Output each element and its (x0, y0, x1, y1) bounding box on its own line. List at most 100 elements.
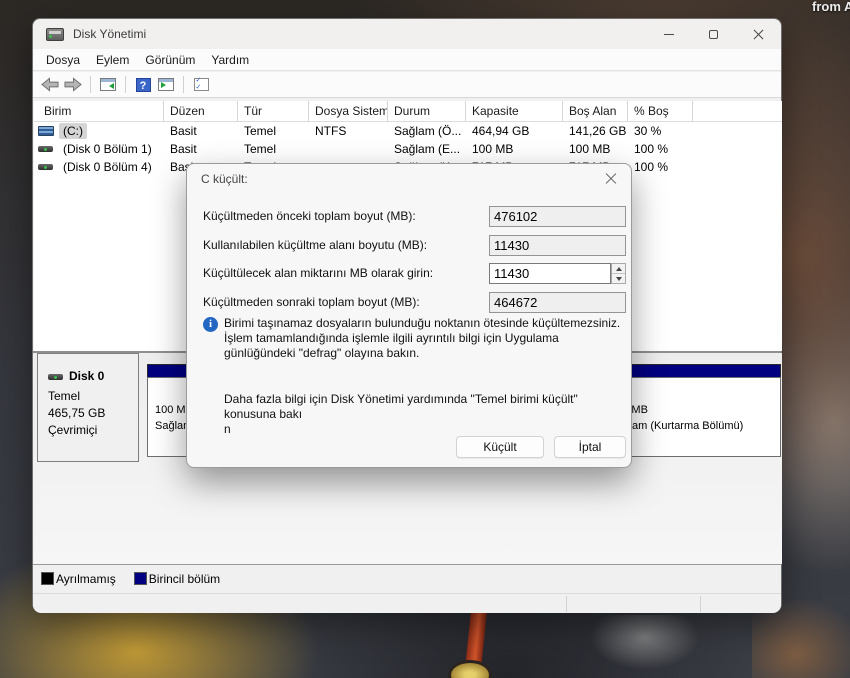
cell: 100 % (634, 160, 669, 174)
close-button[interactable] (736, 19, 781, 49)
column-header[interactable]: Kapasite (466, 101, 563, 121)
forward-button[interactable] (64, 77, 82, 93)
drive-c-icon (38, 126, 54, 136)
arrow-down-icon (615, 276, 622, 281)
toolbar-separator (183, 76, 184, 93)
console-tree-button[interactable] (99, 77, 117, 93)
help-button[interactable]: ? (134, 77, 152, 93)
close-icon (753, 29, 764, 40)
cell: 464,94 GB (472, 124, 530, 138)
wallpaper-badge (448, 660, 492, 678)
window-title: Disk Yönetimi (73, 27, 147, 41)
back-arrow-icon (41, 77, 59, 92)
checklist-icon (193, 77, 209, 91)
readonly-field: 11430 (489, 235, 626, 256)
action-pane-button[interactable] (157, 77, 175, 93)
volume-name: (Disk 0 Bölüm 4) (63, 160, 152, 174)
volume-row[interactable]: (Disk 0 Bölüm 1) Basit Temel Sağlam (E... 10… (34, 140, 782, 158)
column-header[interactable]: Düzen (164, 101, 238, 121)
spinner (611, 263, 626, 284)
column-header[interactable]: % Boş (628, 101, 693, 121)
shrink-dialog: C küçült: Küçültmeden önceki toplam boyu… (186, 163, 632, 468)
partition-status: Sağlam (Kurtarma Bölümü) (610, 420, 744, 432)
minimize-button[interactable] (646, 19, 691, 49)
cell: 100 % (634, 142, 669, 156)
cell: 100 MB (472, 142, 514, 156)
cell: NTFS (315, 124, 347, 138)
dialog-close-icon[interactable] (605, 173, 617, 185)
volume-list-header: Birim Düzen Tür Dosya Sistemi Durum Kapasite B… (34, 101, 782, 122)
action-window-icon (158, 78, 174, 91)
legend-label: Birincil bölüm (148, 571, 221, 586)
column-header-filler (693, 101, 782, 121)
status-bar (33, 593, 781, 613)
cell: 100 MB (569, 142, 611, 156)
menu-bar: Dosya Eylem Görünüm Yardım (33, 49, 781, 71)
disk-icon (38, 146, 53, 152)
field-label: Küçültmeden sonraki toplam boyut (MB): (203, 295, 420, 309)
wallpaper-watermark: from A (812, 0, 850, 14)
toolbar: ? (33, 72, 781, 98)
disk-size: 465,75 GB (48, 406, 106, 420)
spinner-down-button[interactable] (612, 273, 625, 283)
cell: (Disk 0 Bölüm 4) (34, 159, 164, 175)
field-label: Küçültülecek alan miktarını MB olarak gi… (203, 266, 434, 280)
legend-item: Birincil bölüm (133, 571, 221, 586)
cancel-button[interactable]: İptal (554, 436, 626, 458)
forward-arrow-icon (64, 77, 82, 92)
volume-row[interactable]: (C:) Basit Temel NTFS Sağlam (Ö... 464,94 GB 1… (34, 122, 782, 140)
back-button[interactable] (41, 77, 59, 93)
partition-size: 717 MB (610, 404, 648, 416)
maximize-button[interactable] (691, 19, 736, 49)
column-header[interactable]: Dosya Sistemi (309, 101, 388, 121)
disk-management-app-icon (46, 27, 64, 41)
menu-item[interactable]: Eylem (88, 51, 137, 69)
column-header[interactable]: Tür (238, 101, 309, 121)
cell: 30 % (634, 124, 662, 138)
column-header[interactable]: Durum (388, 101, 466, 121)
cell: Temel (244, 142, 277, 156)
disk-type: Temel (48, 389, 81, 403)
menu-item[interactable]: Görünüm (137, 51, 203, 69)
arrow-up-icon (615, 266, 622, 271)
spinner-up-button[interactable] (612, 264, 625, 273)
info-icon: i (203, 317, 218, 332)
disk-status: Çevrimiçi (48, 423, 98, 437)
dialog-help-text: Daha fazla bilgi için Disk Yönetimi yard… (224, 392, 578, 436)
shrink-amount-input[interactable]: 11430 (489, 263, 611, 284)
readonly-field: 464672 (489, 292, 626, 313)
cell: Sağlam (Ö... (394, 124, 462, 138)
cell: 141,26 GB (569, 124, 627, 138)
legend-bar: Ayrılmamış Birincil bölüm (33, 564, 781, 592)
column-header[interactable]: Birim (34, 101, 164, 121)
disk-icon (48, 373, 63, 380)
wallpaper-emblem (590, 615, 700, 670)
toolbar-separator (125, 76, 126, 93)
dialog-info-text: Birimi taşınamaz dosyaların bulunduğu no… (224, 316, 621, 360)
disk0-panel[interactable]: Disk 0 Temel 465,75 GB Çevrimiçi (37, 353, 139, 462)
volume-name: (C:) (59, 123, 87, 139)
disk-icon (38, 164, 53, 170)
cell: Basit (170, 142, 197, 156)
help-icon: ? (135, 77, 151, 92)
cell: Sağlam (E... (394, 142, 461, 156)
dialog-title: C küçült: (201, 172, 248, 186)
cell: (Disk 0 Bölüm 1) (34, 141, 164, 157)
maximize-icon (709, 29, 718, 39)
minimize-icon (663, 33, 674, 35)
cell: Temel (244, 124, 277, 138)
menu-item[interactable]: Yardım (203, 51, 257, 69)
shrink-button[interactable]: Küçült (456, 436, 544, 458)
legend-item: Ayrılmamış (41, 572, 116, 586)
readonly-field: 476102 (489, 206, 626, 227)
legend-swatch (41, 572, 54, 585)
menu-item[interactable]: Dosya (38, 51, 88, 69)
column-header[interactable]: Boş Alan (563, 101, 628, 121)
toolbar-separator (90, 76, 91, 93)
cell: Basit (170, 124, 197, 138)
disk-name: Disk 0 (69, 369, 105, 383)
legend-label: Ayrılmamış (56, 571, 116, 586)
legend-swatch (133, 572, 147, 585)
console-window-icon (100, 78, 116, 91)
customize-view-button[interactable] (192, 77, 210, 93)
